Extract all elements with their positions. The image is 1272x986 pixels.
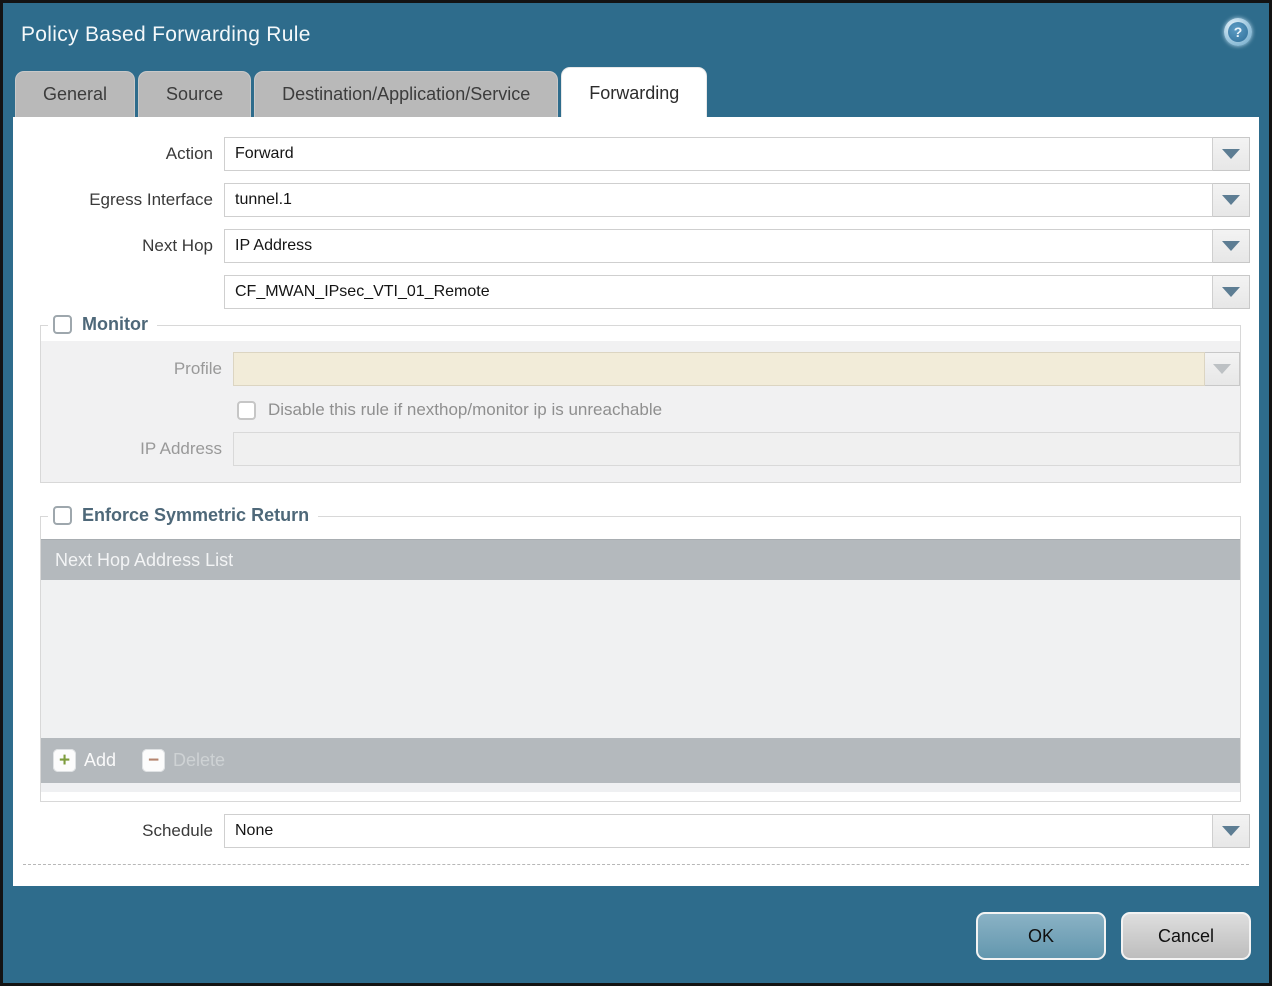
monitor-legend-label: Monitor xyxy=(82,314,148,335)
dialog-footer: OK Cancel xyxy=(976,912,1251,960)
next-hop-label: Next Hop xyxy=(13,236,224,256)
egress-interface-row: Egress Interface xyxy=(13,183,1250,217)
content-bottom-divider xyxy=(23,864,1249,865)
dropdown-arrow-icon xyxy=(1222,149,1240,159)
disable-rule-row: Disable this rule if nexthop/monitor ip … xyxy=(237,400,1240,420)
enforce-symmetric-return-group: Enforce Symmetric Return Next Hop Addres… xyxy=(40,516,1241,802)
monitor-profile-row: Profile xyxy=(41,352,1240,386)
cancel-button[interactable]: Cancel xyxy=(1121,912,1251,960)
dropdown-arrow-icon xyxy=(1222,241,1240,251)
table-scroll-strip xyxy=(41,783,1240,792)
monitor-profile-input xyxy=(233,352,1205,386)
action-dropdown-button[interactable] xyxy=(1213,137,1250,171)
action-input[interactable] xyxy=(224,137,1213,171)
egress-interface-dropdown-button[interactable] xyxy=(1213,183,1250,217)
monitor-ip-address-input xyxy=(233,432,1240,466)
tab-general[interactable]: General xyxy=(15,71,135,117)
dialog-title: Policy Based Forwarding Rule xyxy=(21,23,311,47)
monitor-profile-dropdown-button xyxy=(1205,352,1240,386)
plus-icon: + xyxy=(53,749,76,772)
egress-interface-label: Egress Interface xyxy=(13,190,224,210)
monitor-ip-address-label: IP Address xyxy=(41,439,233,459)
dropdown-arrow-icon xyxy=(1222,826,1240,836)
dropdown-arrow-icon xyxy=(1213,364,1231,374)
action-row: Action xyxy=(13,137,1250,171)
dialog-titlebar: Policy Based Forwarding Rule ? xyxy=(3,3,1269,67)
next-hop-address-dropdown-button[interactable] xyxy=(1213,275,1250,309)
tab-destination-application-service[interactable]: Destination/Application/Service xyxy=(254,71,558,117)
help-question-glyph: ? xyxy=(1228,22,1248,42)
tab-bar: General Source Destination/Application/S… xyxy=(3,67,1269,117)
action-label: Action xyxy=(13,144,224,164)
schedule-dropdown-button[interactable] xyxy=(1213,814,1250,848)
enforce-symmetric-return-legend: Enforce Symmetric Return xyxy=(48,505,318,526)
ok-button[interactable]: OK xyxy=(976,912,1106,960)
minus-icon: − xyxy=(142,749,165,772)
schedule-label: Schedule xyxy=(13,821,224,841)
monitor-profile-label: Profile xyxy=(41,359,233,379)
next-hop-address-list-table: Next Hop Address List + Add − Delete xyxy=(41,539,1240,792)
pbf-rule-dialog: Policy Based Forwarding Rule ? General S… xyxy=(0,0,1272,986)
table-toolbar: + Add − Delete xyxy=(41,738,1240,783)
monitor-ip-address-row: IP Address xyxy=(41,432,1240,466)
table-header: Next Hop Address List xyxy=(41,539,1240,580)
next-hop-type-dropdown-button[interactable] xyxy=(1213,229,1250,263)
monitor-legend: Monitor xyxy=(48,314,157,335)
enforce-symmetric-return-checkbox[interactable] xyxy=(53,506,72,525)
dropdown-arrow-icon xyxy=(1222,195,1240,205)
monitor-checkbox[interactable] xyxy=(53,315,72,334)
next-hop-type-input[interactable] xyxy=(224,229,1213,263)
delete-button: − Delete xyxy=(142,749,225,772)
delete-button-label: Delete xyxy=(173,750,225,771)
next-hop-row: Next Hop xyxy=(13,229,1250,263)
next-hop-address-input[interactable] xyxy=(224,275,1213,309)
forwarding-tab-panel: Action Egress Interface Next Hop xyxy=(13,117,1259,886)
add-button-label: Add xyxy=(84,750,116,771)
add-button[interactable]: + Add xyxy=(53,749,116,772)
tab-source[interactable]: Source xyxy=(138,71,251,117)
enforce-symmetric-return-legend-label: Enforce Symmetric Return xyxy=(82,505,309,526)
disable-rule-checkbox xyxy=(237,401,256,420)
tab-forwarding[interactable]: Forwarding xyxy=(561,67,707,117)
help-icon[interactable]: ? xyxy=(1224,18,1252,46)
next-hop-address-row xyxy=(13,275,1250,309)
table-body-empty[interactable] xyxy=(41,580,1240,738)
monitor-group: Monitor Profile Disable this rule if nex… xyxy=(40,325,1241,483)
schedule-row: Schedule xyxy=(13,814,1250,848)
egress-interface-input[interactable] xyxy=(224,183,1213,217)
monitor-body: Profile Disable this rule if nexthop/mon… xyxy=(41,341,1240,482)
schedule-input[interactable] xyxy=(224,814,1213,848)
disable-rule-label: Disable this rule if nexthop/monitor ip … xyxy=(268,400,662,420)
dropdown-arrow-icon xyxy=(1222,287,1240,297)
